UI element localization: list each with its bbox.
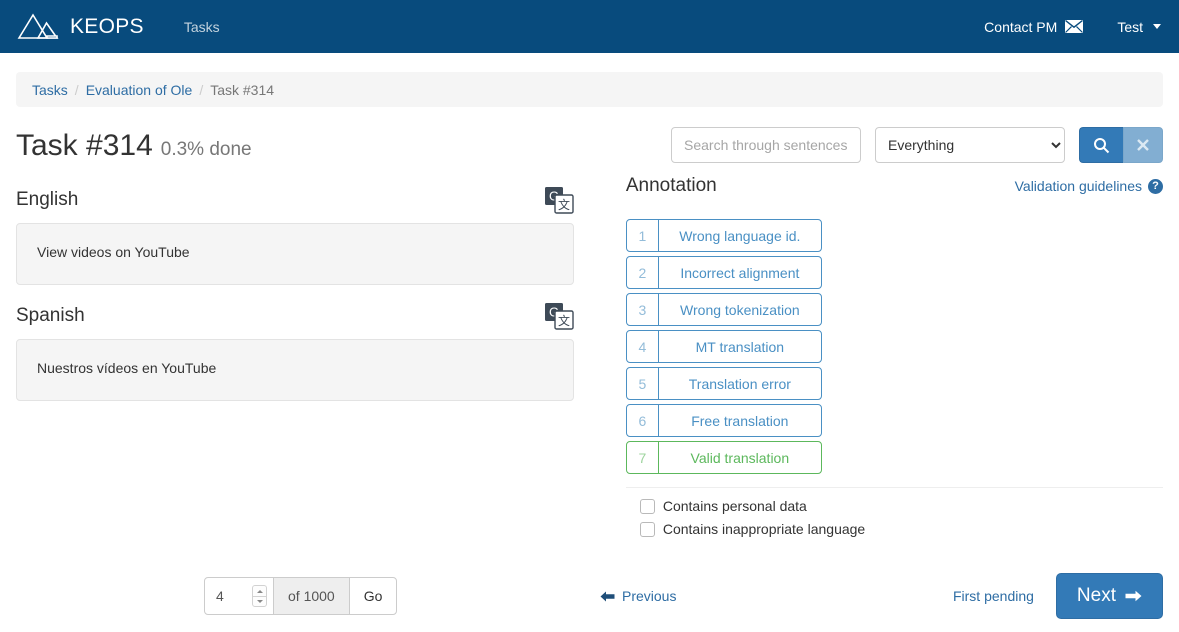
- search-bar: Everything: [671, 127, 1163, 163]
- segment-language-label: Spanish: [16, 305, 85, 326]
- previous-label: Previous: [622, 588, 677, 604]
- magnifier-icon: [1094, 137, 1110, 153]
- checkbox-label: Contains personal data: [662, 498, 807, 514]
- validation-guidelines-label: Validation guidelines: [1014, 178, 1142, 194]
- envelope-icon: [1065, 20, 1084, 33]
- next-label: Next: [1076, 585, 1116, 606]
- page-header-row: Task #314 0.3% done Everything: [0, 107, 1179, 169]
- segment-text-spanish: Nuestros vídeos en YouTube: [16, 339, 574, 401]
- annotation-option-label: Wrong tokenization: [680, 301, 800, 318]
- stepper-up-button[interactable]: [252, 585, 267, 596]
- footer-inner: 4 of 1000 Go Previous First pending Next: [16, 560, 1163, 632]
- first-pending-link[interactable]: First pending: [953, 588, 1034, 604]
- brand-name: KEOPS: [70, 15, 144, 38]
- previous-link[interactable]: Previous: [600, 588, 676, 604]
- contact-pm-link[interactable]: Contact PM: [984, 18, 1084, 35]
- annotation-option-number: 1: [627, 220, 659, 251]
- breadcrumb-item-evaluation[interactable]: Evaluation of Ole: [86, 82, 193, 98]
- footer-right-nav: First pending Next: [953, 573, 1163, 619]
- brand-group[interactable]: KEOPS: [16, 10, 144, 44]
- annotation-option-number: 4: [627, 331, 659, 362]
- caret-down-icon: [1153, 24, 1161, 29]
- checkbox-label: Contains inappropriate language: [662, 521, 866, 537]
- annotation-option-label: Wrong language id.: [679, 227, 801, 244]
- search-button[interactable]: [1079, 127, 1123, 163]
- annotation-option-6[interactable]: 6 Free translation: [625, 404, 822, 437]
- annotation-column: Annotation Validation guidelines ? 1 Wro…: [625, 169, 1163, 544]
- segments-column: English G 文 View videos on YouTube Spani…: [16, 169, 574, 544]
- navbar-right: Contact PM Test: [984, 19, 1161, 35]
- annotation-option-1[interactable]: 1 Wrong language id.: [625, 219, 822, 252]
- main-columns: English G 文 View videos on YouTube Spani…: [0, 169, 1179, 544]
- annotation-option-4[interactable]: 4 MT translation: [625, 330, 822, 363]
- page-number-stepper[interactable]: [252, 585, 267, 607]
- segment-language-label: English: [16, 189, 79, 210]
- checkbox-inappropriate-language[interactable]: Contains inappropriate language: [626, 521, 1163, 537]
- breadcrumb-item-current: Task #314: [210, 81, 275, 98]
- top-navbar: KEOPS Tasks Contact PM Test: [0, 0, 1179, 53]
- times-icon: [1137, 139, 1149, 151]
- arrow-left-icon: [600, 591, 615, 601]
- google-translate-icon[interactable]: G 文: [544, 302, 574, 330]
- annotation-option-label: Valid translation: [690, 449, 790, 466]
- chevron-up-icon: [256, 589, 263, 593]
- nav-link-tasks[interactable]: Tasks: [182, 13, 222, 41]
- annotation-option-label: Translation error: [688, 375, 791, 392]
- svg-text:文: 文: [558, 197, 570, 212]
- user-menu-test[interactable]: Test: [1117, 19, 1161, 35]
- navbar-links: Tasks: [182, 13, 222, 41]
- checkbox-box[interactable]: [639, 521, 655, 537]
- stepper-down-button[interactable]: [252, 596, 267, 607]
- chevron-down-icon: [256, 600, 263, 603]
- annotation-option-number: 3: [627, 294, 659, 325]
- svg-text:文: 文: [558, 313, 570, 328]
- annotation-option-5[interactable]: 5 Translation error: [625, 367, 822, 400]
- annotation-options-list: 1 Wrong language id. 2 Incorrect alignme…: [625, 219, 1163, 474]
- annotation-option-label: Free translation: [691, 412, 789, 429]
- breadcrumb-item-tasks[interactable]: Tasks: [32, 82, 68, 98]
- footer-navigation: 4 of 1000 Go Previous First pending Next: [0, 560, 1179, 632]
- validation-guidelines-link[interactable]: Validation guidelines ?: [1015, 178, 1163, 194]
- pyramids-logo-icon: [17, 12, 59, 39]
- search-scope-select[interactable]: Everything: [875, 127, 1065, 163]
- annotation-option-label: MT translation: [695, 338, 785, 355]
- annotation-option-2[interactable]: 2 Incorrect alignment: [625, 256, 822, 289]
- annotation-option-3[interactable]: 3 Wrong tokenization: [625, 293, 822, 326]
- clear-search-button[interactable]: [1123, 127, 1163, 163]
- contact-pm-label: Contact PM: [984, 18, 1058, 35]
- search-buttons: [1079, 127, 1163, 163]
- checkbox-box[interactable]: [639, 498, 655, 514]
- help-circle-icon: ?: [1148, 178, 1163, 194]
- breadcrumb-wrapper: Tasks / Evaluation of Ole / Task #314: [0, 53, 1179, 107]
- annotation-option-label: Incorrect alignment: [680, 264, 800, 281]
- segment-header-english: English G 文: [16, 183, 574, 217]
- annotation-option-7[interactable]: 7 Valid translation: [625, 441, 822, 474]
- checkbox-personal-data[interactable]: Contains personal data: [626, 498, 1163, 514]
- progress-label: 0.3% done: [160, 138, 252, 160]
- google-translate-icon[interactable]: G 文: [544, 186, 574, 214]
- segment-text-english: View videos on YouTube: [16, 223, 574, 285]
- breadcrumb: Tasks / Evaluation of Ole / Task #314: [16, 72, 1163, 107]
- next-button[interactable]: Next: [1055, 573, 1163, 619]
- annotation-divider: [625, 487, 1163, 488]
- page-jump-group: 4 of 1000 Go: [204, 577, 398, 615]
- search-input[interactable]: [671, 127, 861, 163]
- breadcrumb-separator: /: [199, 81, 204, 98]
- page-title-text: Task #314: [16, 128, 153, 162]
- user-menu-label: Test: [1117, 18, 1143, 35]
- annotation-option-number: 5: [627, 368, 659, 399]
- page-number-input[interactable]: 4: [204, 577, 274, 615]
- arrow-right-icon: [1125, 590, 1142, 602]
- annotation-option-number: 7: [627, 442, 659, 473]
- segment-header-spanish: Spanish G 文: [16, 299, 574, 333]
- annotation-option-number: 6: [627, 405, 659, 436]
- annotation-header: Annotation Validation guidelines ?: [626, 175, 1163, 209]
- annotation-option-number: 2: [627, 257, 659, 288]
- page-number-value: 4: [216, 588, 224, 604]
- page-title: Task #314 0.3% done: [16, 129, 252, 162]
- page-total-label: of 1000: [274, 577, 349, 615]
- go-button[interactable]: Go: [348, 577, 398, 615]
- breadcrumb-separator: /: [74, 81, 79, 98]
- annotation-title: Annotation: [625, 175, 717, 196]
